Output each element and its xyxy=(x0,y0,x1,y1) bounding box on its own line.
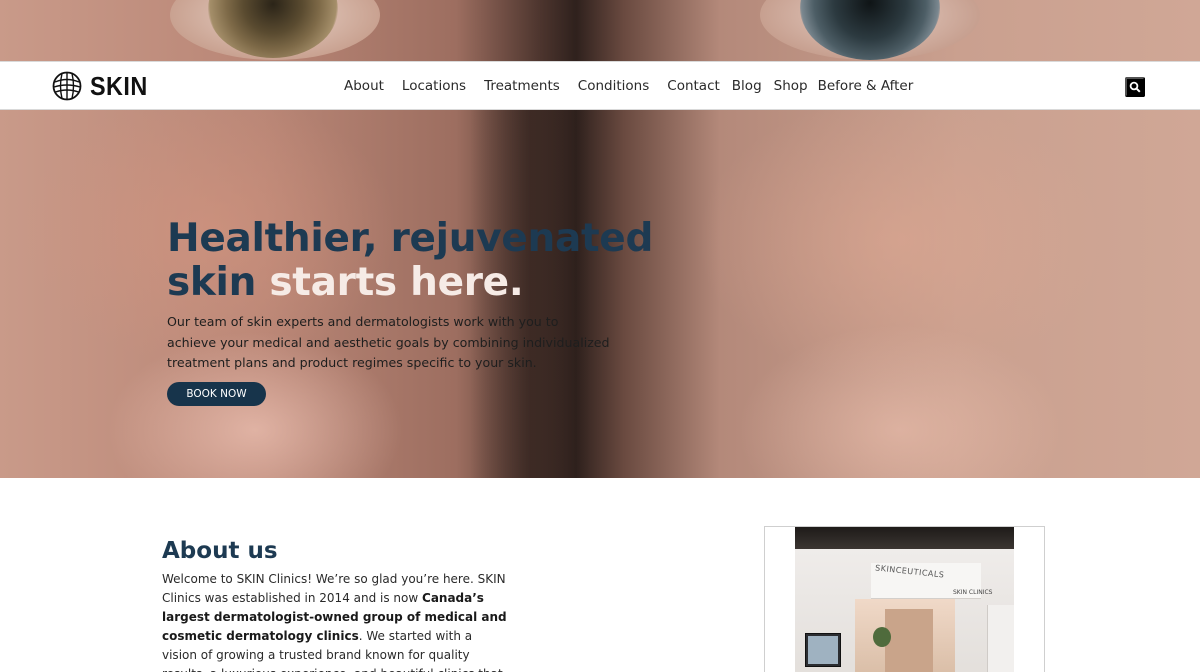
photo-ceiling xyxy=(795,527,1014,549)
nav-link-shop[interactable]: Shop xyxy=(774,77,808,95)
hero-title-line2-light: starts here. xyxy=(269,260,524,305)
search-button[interactable] xyxy=(1125,77,1145,97)
hero-description-line2: achieve your medical and aesthetic goals… xyxy=(167,334,610,350)
nav-link-locations[interactable]: Locations xyxy=(402,77,466,95)
search-icon xyxy=(1129,81,1141,93)
nav-link-about[interactable]: About xyxy=(344,77,384,95)
brand-name: SKIN xyxy=(90,71,148,101)
book-now-button[interactable]: BOOK NOW xyxy=(167,382,266,406)
about-paragraph: Welcome to SKIN Clinics! We’re so glad y… xyxy=(162,570,507,672)
hero-description-line1: Our team of skin experts and dermatologi… xyxy=(167,314,559,329)
top-navbar: SKIN About Locations Treatments Conditio… xyxy=(0,61,1200,110)
about-heading: About us xyxy=(162,538,278,564)
photo-doorway-inner xyxy=(885,609,933,672)
nav-link-before-after[interactable]: Before & After xyxy=(818,77,914,95)
hero-title: Healthier, rejuvenated skin starts here. xyxy=(167,217,653,305)
skin-logo-icon xyxy=(52,71,82,101)
hero-description: Our team of skin experts and dermatologi… xyxy=(167,312,637,374)
hero-title-line2-dark: skin xyxy=(167,260,257,305)
brand-logo-link[interactable]: SKIN xyxy=(52,71,154,101)
nav-link-treatments[interactable]: Treatments xyxy=(484,77,560,95)
hero-description-line3: treatment plans and product regimes spec… xyxy=(167,355,537,370)
photo-plant xyxy=(873,627,891,647)
hero-title-line1: Healthier, rejuvenated xyxy=(167,216,654,261)
nav-link-blog[interactable]: Blog xyxy=(732,77,762,95)
clinic-interior-photo: SKINCEUTICALS SKIN CLINICS xyxy=(795,527,1014,672)
photo-sign-text-secondary: SKIN CLINICS xyxy=(953,589,993,596)
photo-right-door xyxy=(987,605,1014,672)
photo-tv-screen xyxy=(808,636,838,664)
nav-link-contact[interactable]: Contact xyxy=(667,77,720,95)
clinic-photo-frame: SKINCEUTICALS SKIN CLINICS xyxy=(764,526,1045,672)
main-nav: About Locations Treatments Conditions Co… xyxy=(344,77,913,95)
nav-link-conditions[interactable]: Conditions xyxy=(578,77,649,95)
